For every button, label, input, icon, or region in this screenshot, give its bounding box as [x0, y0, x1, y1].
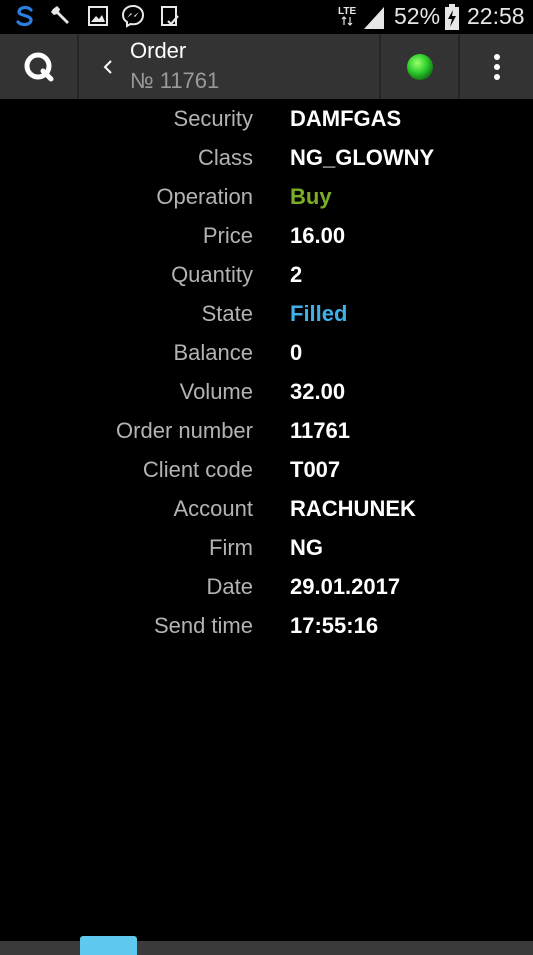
detail-label: Order number — [116, 418, 253, 443]
order-details: Security DAMFGAS Class NG_GLOWNY Operation Bu… — [0, 101, 533, 647]
battery-status: 52% — [394, 0, 460, 33]
detail-row: Balance 0 — [0, 335, 533, 374]
detail-value: 32.00 — [290, 379, 346, 404]
chevron-left-icon — [103, 60, 112, 74]
clipboard-check-icon — [158, 4, 182, 28]
detail-row: Firm NG — [0, 530, 533, 569]
image-icon — [86, 4, 110, 28]
detail-value: 17:55:16 — [290, 613, 379, 638]
detail-value: RACHUNEK — [290, 496, 416, 521]
detail-row: Client code T007 — [0, 452, 533, 491]
quik-logo-icon — [24, 52, 53, 81]
messenger-icon — [120, 4, 146, 28]
network-indicator: LTE — [338, 0, 388, 33]
detail-label: Class — [197, 145, 253, 170]
detail-value: Filled — [290, 301, 348, 326]
wrench-icon — [48, 4, 74, 28]
detail-value: 11761 — [290, 418, 350, 443]
detail-label: Volume — [179, 379, 253, 404]
order-number-subtitle: № 11761 — [130, 68, 220, 93]
detail-label: Operation — [156, 184, 253, 209]
detail-value: 29.01.2017 — [290, 574, 401, 599]
status-bar: LTE 52% 22:58 — [0, 0, 533, 33]
detail-value: T007 — [290, 457, 341, 482]
detail-row: Class NG_GLOWNY — [0, 140, 533, 179]
detail-value: 16.00 — [290, 223, 346, 248]
network-type-label: LTE — [338, 6, 356, 17]
detail-label: Client code — [142, 457, 253, 482]
app-logo-button[interactable] — [0, 34, 77, 99]
battery-percent: 52% — [394, 3, 441, 29]
detail-label: Send time — [153, 613, 253, 638]
detail-value: 0 — [290, 340, 303, 365]
detail-row: Order number 11761 — [0, 413, 533, 452]
clock: 22:58 — [467, 0, 525, 33]
status-time: 22:58 — [467, 3, 525, 29]
detail-row: Security DAMFGAS — [0, 101, 533, 140]
detail-value: 2 — [290, 262, 303, 287]
detail-row: Operation Buy — [0, 179, 533, 218]
page-title: Order — [130, 38, 187, 63]
detail-value: NG_GLOWNY — [290, 145, 435, 170]
more-vert-icon — [493, 53, 500, 80]
detail-row: Account RACHUNEK — [0, 491, 533, 530]
detail-label: Balance — [173, 340, 253, 365]
detail-label: Date — [206, 574, 253, 599]
detail-value: DAMFGAS — [290, 106, 402, 131]
detail-row: State Filled — [0, 296, 533, 335]
detail-row: Price 16.00 — [0, 218, 533, 257]
detail-row: Date 29.01.2017 — [0, 569, 533, 608]
detail-label: State — [201, 301, 253, 326]
detail-value: NG — [290, 535, 323, 560]
detail-row: Volume 32.00 — [0, 374, 533, 413]
connection-status-icon — [406, 53, 433, 80]
connection-status-button[interactable] — [381, 34, 458, 99]
bottom-scroll-thumb[interactable] — [80, 936, 137, 955]
action-bar: Order № 11761 — [0, 34, 533, 99]
title-back-button[interactable]: Order № 11761 — [79, 34, 379, 99]
detail-label: Firm — [209, 535, 253, 560]
detail-label: Security — [173, 106, 253, 131]
detail-row: Quantity 2 — [0, 257, 533, 296]
detail-label: Account — [173, 496, 254, 521]
detail-label: Quantity — [171, 262, 253, 287]
detail-label: Price — [202, 223, 253, 248]
s-app-icon — [12, 4, 38, 28]
battery-charging-icon — [445, 3, 460, 30]
detail-value: Buy — [290, 184, 332, 209]
lte-signal-icon: LTE — [338, 6, 384, 29]
detail-row: Send time 17:55:16 — [0, 608, 533, 647]
overflow-menu-button[interactable] — [460, 34, 533, 99]
